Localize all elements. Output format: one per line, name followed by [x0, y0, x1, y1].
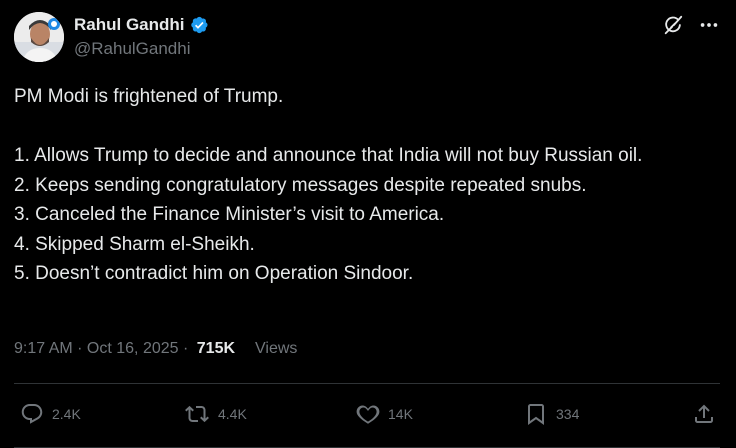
header-actions: [662, 14, 720, 36]
reply-button[interactable]: 2.4K: [20, 402, 81, 426]
more-icon[interactable]: [698, 14, 720, 36]
like-count: 14K: [388, 406, 413, 422]
verified-badge-icon[interactable]: [189, 15, 209, 35]
meta-separator: ·: [178, 340, 193, 357]
tweet-line: 3. Canceled the Finance Minister’s visit…: [14, 204, 445, 225]
name-row: Rahul Gandhi: [74, 14, 209, 36]
tweet-meta: 9:17 AM · Oct 16, 2025 · 715K Views: [14, 340, 297, 358]
author-names: Rahul Gandhi @RahulGandhi: [74, 14, 209, 59]
line-spacer: [14, 112, 714, 142]
tweet-header: Rahul Gandhi @RahulGandhi: [14, 12, 720, 64]
tweet-line: 5. Doesn’t contradict him on Operation S…: [14, 263, 414, 284]
avatar-image: [14, 12, 64, 62]
post-time[interactable]: 9:17 AM: [14, 340, 73, 358]
repost-icon: [185, 405, 209, 423]
action-bar: 2.4K 4.4K 14K 334: [20, 402, 718, 428]
tweet-text: PM Modi is frightened of Trump. 1. Allow…: [14, 82, 714, 289]
views-count: 715K: [196, 340, 236, 357]
author-handle[interactable]: @RahulGandhi: [74, 39, 209, 59]
bookmark-icon: [528, 404, 544, 425]
meta-separator: ·: [72, 340, 87, 357]
repost-count: 4.4K: [218, 406, 247, 422]
tweet-line: 1. Allows Trump to decide and announce t…: [14, 145, 643, 166]
heart-icon: [356, 405, 380, 424]
share-button[interactable]: [692, 402, 716, 426]
repost-button[interactable]: 4.4K: [184, 402, 247, 426]
tweet-line: PM Modi is frightened of Trump.: [14, 86, 284, 107]
share-icon: [695, 404, 713, 423]
reply-count: 2.4K: [52, 406, 81, 422]
tweet-line: 4. Skipped Sharm el-Sheikh.: [14, 233, 255, 255]
bookmark-button[interactable]: 334: [524, 402, 579, 426]
avatar[interactable]: [14, 12, 64, 62]
author-display-name[interactable]: Rahul Gandhi: [74, 15, 185, 35]
bookmark-count: 334: [556, 406, 580, 422]
tweet-card: Rahul Gandhi @RahulGandhi PM Modi is fri…: [0, 0, 736, 448]
grok-icon[interactable]: [662, 14, 684, 36]
divider: [14, 383, 720, 384]
tweet-line: 2. Keeps sending congratulatory messages…: [14, 174, 587, 196]
post-date[interactable]: Oct 16, 2025: [87, 340, 179, 358]
like-button[interactable]: 14K: [356, 402, 413, 426]
views-label[interactable]: Views: [255, 340, 297, 358]
reply-icon: [21, 404, 43, 424]
